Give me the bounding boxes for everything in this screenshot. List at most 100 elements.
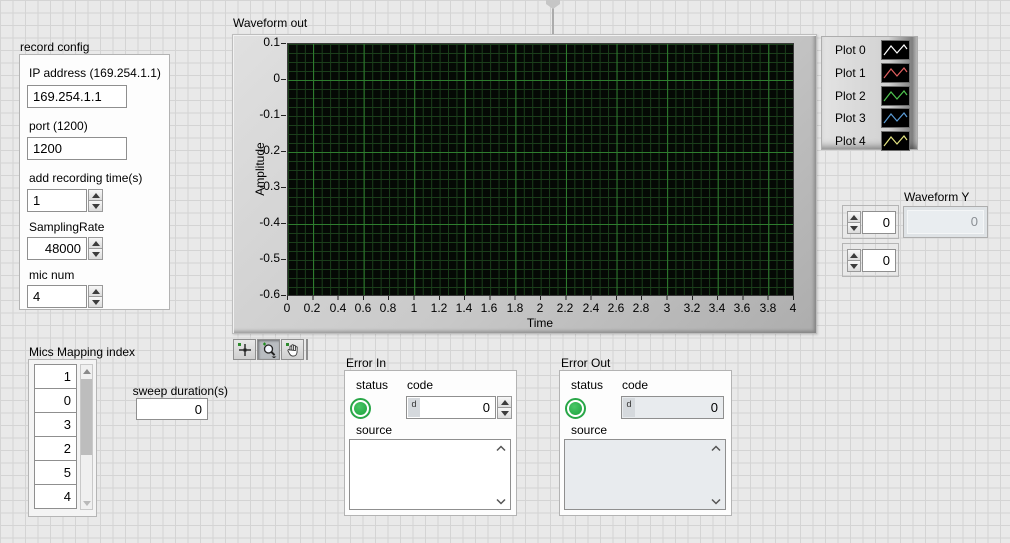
legend-item-plot-4[interactable]: Plot 4 <box>822 131 917 152</box>
waveform-plot-area[interactable] <box>287 43 794 296</box>
increment-button[interactable] <box>497 396 512 408</box>
array-element[interactable]: 3 <box>34 412 77 437</box>
x-tick-label: 4 <box>790 301 797 315</box>
zoom-tool-button[interactable] <box>257 339 280 360</box>
plot-line-swatch[interactable] <box>881 63 910 83</box>
array-element[interactable]: 2 <box>34 436 77 461</box>
add-recording-time-label: add recording time(s) <box>29 171 142 185</box>
legend-item-plot-2[interactable]: Plot 2 <box>822 86 917 107</box>
legend-item-plot-1[interactable]: Plot 1 <box>822 63 917 84</box>
plot-line-swatch[interactable] <box>881 86 910 106</box>
increment-button[interactable] <box>88 237 103 249</box>
code-label: code <box>622 378 648 392</box>
decrement-button[interactable] <box>847 223 861 234</box>
sampling-rate-field[interactable]: 48000 <box>27 237 87 260</box>
add-recording-time-spinner <box>88 189 103 212</box>
source-textarea[interactable] <box>349 439 511 510</box>
status-led[interactable] <box>350 398 371 419</box>
x-tick-label: 1 <box>411 301 418 315</box>
scroll-down-chevron[interactable] <box>495 496 507 506</box>
legend-label: Plot 1 <box>835 66 866 80</box>
x-tick-label: 0.6 <box>355 301 372 315</box>
toolbar-divider <box>306 339 308 360</box>
x-tick-label: 3.8 <box>760 301 777 315</box>
cursor-crosshair-icon <box>237 342 253 358</box>
x-tick-label: 0 <box>284 301 291 315</box>
x-tick-label: 1.2 <box>431 301 448 315</box>
mic-num-field[interactable]: 4 <box>27 285 87 308</box>
error-out-title: Error Out <box>561 356 610 370</box>
decrement-button[interactable] <box>497 408 512 419</box>
array-element[interactable]: 1 <box>34 364 77 389</box>
pan-hand-icon <box>285 342 301 358</box>
legend-item-plot-3[interactable]: Plot 3 <box>822 108 917 129</box>
x-tick-label: 2.6 <box>608 301 625 315</box>
pan-hand-tool-button[interactable] <box>281 339 304 360</box>
waveform-y-index-field[interactable]: 0 <box>862 249 896 272</box>
port-label: port (1200) <box>29 119 88 133</box>
error-in-title: Error In <box>346 356 386 370</box>
legend-item-plot-0[interactable]: Plot 0 <box>822 40 917 61</box>
error-out-cluster: status code d 0 source <box>559 370 732 516</box>
scroll-up-button[interactable] <box>81 365 92 377</box>
waveform-y-indicator: 0 <box>903 206 988 238</box>
x-tick-label: 3.2 <box>684 301 701 315</box>
y-axis-title: Amplitude <box>253 99 267 239</box>
waveform-graph-title: Waveform out <box>233 16 307 30</box>
decrement-button[interactable] <box>88 249 103 260</box>
increment-button[interactable] <box>88 285 103 297</box>
up-arrow-icon <box>92 241 100 246</box>
mic-num-spinner <box>88 285 103 308</box>
port-field[interactable]: 1200 <box>27 137 127 160</box>
ip-address-label: IP address (169.254.1.1) <box>29 66 161 80</box>
increment-button[interactable] <box>847 211 861 223</box>
waveform-y-index-field[interactable]: 0 <box>862 211 896 234</box>
waveform-y-spinner-control-2: 0 <box>842 243 899 277</box>
code-field[interactable]: d 0 <box>406 396 496 419</box>
scroll-down-chevron[interactable] <box>710 496 722 506</box>
sweep-duration-field[interactable]: 0 <box>136 398 208 420</box>
x-tick-label: 1.6 <box>481 301 498 315</box>
error-in-cluster: status code d 0 source <box>344 370 517 516</box>
decrement-button[interactable] <box>847 261 861 272</box>
array-element[interactable]: 0 <box>34 388 77 413</box>
waveform-y-label: Waveform Y <box>904 190 969 204</box>
zoom-magnifier-icon <box>261 342 277 358</box>
y-tick-label: -0.5 <box>232 251 280 265</box>
plot-line-swatch[interactable] <box>881 40 910 60</box>
legend-label: Plot 4 <box>835 134 866 148</box>
spinner <box>847 249 861 272</box>
cursor-crosshair-tool-button[interactable] <box>233 339 256 360</box>
plot-legend: Plot 0 Plot 1 Plot 2 Plot 3 Plot 4 <box>821 36 918 150</box>
decrement-button[interactable] <box>88 297 103 308</box>
scroll-down-button[interactable] <box>81 497 92 509</box>
waveform-y-value: 0 <box>907 210 984 234</box>
array-element[interactable]: 5 <box>34 460 77 485</box>
down-arrow-icon <box>92 252 100 257</box>
decrement-button[interactable] <box>88 201 103 212</box>
y-tick-label: -0.6 <box>232 287 280 301</box>
increment-button[interactable] <box>88 189 103 201</box>
scrollbar-thumb[interactable] <box>81 379 92 455</box>
pane-splitter-handle[interactable] <box>546 0 560 9</box>
add-recording-time-field[interactable]: 1 <box>27 189 87 212</box>
status-label: status <box>571 378 603 392</box>
scroll-up-chevron[interactable] <box>495 443 507 453</box>
x-axis-title: Time <box>440 316 640 330</box>
ip-address-field[interactable]: 169.254.1.1 <box>27 85 127 108</box>
x-tick-label: 1.4 <box>456 301 473 315</box>
x-tick-label: 0.2 <box>304 301 321 315</box>
scroll-up-chevron[interactable] <box>710 443 722 453</box>
sweep-duration-label: sweep duration(s) <box>130 384 228 398</box>
increment-button[interactable] <box>847 249 861 261</box>
plot-line-swatch[interactable] <box>881 131 910 151</box>
x-tick-label: 3 <box>664 301 671 315</box>
x-axis-ticks <box>287 296 794 300</box>
plot-line-swatch[interactable] <box>881 108 910 128</box>
array-element[interactable]: 4 <box>34 484 77 509</box>
up-arrow-icon <box>850 215 858 220</box>
array-scrollbar <box>80 364 93 510</box>
source-label: source <box>356 423 392 437</box>
legend-label: Plot 0 <box>835 43 866 57</box>
down-arrow-icon <box>92 204 100 209</box>
